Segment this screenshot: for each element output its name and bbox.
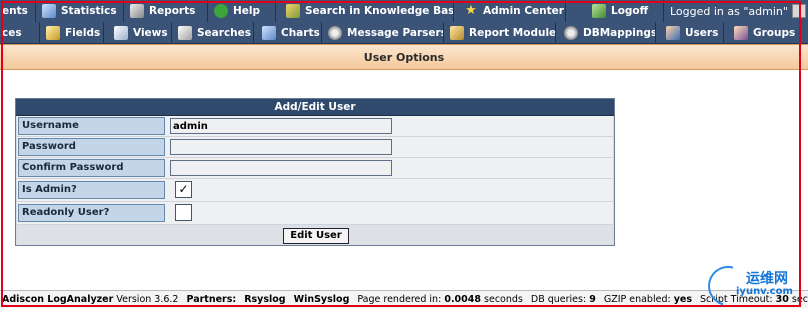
readonly-row: Readonly User?	[17, 202, 613, 225]
db-queries-value: 9	[589, 294, 596, 305]
add-edit-user-panel: Add/Edit User Username Password Confirm …	[15, 98, 615, 246]
product-name: Adiscon LogAnalyzer	[2, 294, 114, 305]
reports-icon	[130, 4, 144, 18]
nav-help-label: Help	[233, 5, 261, 17]
confirm-password-label: Confirm Password	[18, 159, 165, 177]
partner-rsyslog-link[interactable]: Rsyslog	[240, 294, 289, 305]
button-row: Edit User	[17, 225, 613, 245]
nav-events-label: ents	[2, 5, 28, 17]
gear-icon	[328, 25, 342, 40]
subnav-charts-label: Charts	[281, 26, 320, 39]
confirm-password-input[interactable]	[170, 160, 392, 176]
is-admin-checkbox[interactable]: ✓	[175, 181, 192, 198]
is-admin-row: Is Admin? ✓	[17, 179, 613, 202]
username-input[interactable]	[170, 118, 392, 134]
password-row: Password	[17, 137, 613, 158]
users-icon	[666, 25, 680, 40]
username-label: Username	[18, 117, 165, 135]
subnav-searches[interactable]: Searches	[172, 22, 254, 43]
subnav-groups[interactable]: Groups	[724, 22, 808, 43]
subnav-sources-label: ces	[2, 26, 22, 39]
footer-product: Adiscon LogAnalyzer Version 3.6.2	[0, 294, 182, 305]
readonly-checkbox[interactable]	[175, 204, 192, 221]
render-time-unit: seconds	[484, 294, 523, 305]
nav-logoff[interactable]: Logoff	[566, 0, 664, 22]
product-version: Version 3.6.2	[116, 294, 179, 305]
subnav-groups-label: Groups	[753, 26, 796, 39]
nav-help[interactable]: Help	[208, 0, 276, 22]
watermark-text: 运维网	[746, 271, 788, 287]
partners-label: Partners:	[186, 294, 237, 305]
views-icon	[114, 25, 128, 40]
username-row: Username	[17, 116, 613, 137]
subnav-message-parsers[interactable]: Message Parsers	[322, 22, 444, 43]
admin-sub-nav-bar: ces Fields Views Searches Charts Message…	[0, 22, 808, 44]
render-time-value: 0.0048	[444, 294, 481, 305]
panel-heading: Add/Edit User	[16, 99, 614, 116]
password-label: Password	[18, 138, 165, 156]
readonly-label: Readonly User?	[18, 204, 165, 222]
subnav-fields[interactable]: Fields	[40, 22, 104, 43]
nav-statistics-label: Statistics	[61, 5, 117, 17]
nav-logoff-label: Logoff	[611, 5, 649, 17]
subnav-users-label: Users	[685, 26, 719, 39]
gzip-status: GZIP enabled: yes	[600, 294, 696, 305]
knowledge-base-icon	[286, 4, 300, 18]
groups-icon	[734, 25, 748, 40]
watermark-url: iyunv.com	[736, 286, 793, 297]
partner-winsyslog-link[interactable]: WinSyslog	[290, 294, 354, 305]
nav-reports[interactable]: Reports	[124, 0, 208, 22]
subnav-views[interactable]: Views	[104, 22, 172, 43]
page-title: User Options	[363, 50, 445, 64]
logoff-icon	[592, 4, 606, 18]
footer-bar: Adiscon LogAnalyzer Version 3.6.2 Partne…	[0, 290, 808, 308]
nav-admin-center-label: Admin Center	[483, 5, 564, 17]
confirm-password-row: Confirm Password	[17, 158, 613, 179]
nav-events[interactable]: ents	[0, 0, 36, 22]
help-icon	[214, 4, 228, 18]
star-icon: ★	[465, 3, 477, 18]
edit-user-button[interactable]: Edit User	[283, 228, 349, 244]
nav-statistics[interactable]: Statistics	[36, 0, 124, 22]
render-time: Page rendered in: 0.0048 seconds	[353, 294, 527, 305]
subnav-dbmappings-label: DBMappings	[583, 26, 656, 39]
window-icon[interactable]	[791, 4, 806, 18]
subnav-searches-label: Searches	[197, 26, 252, 39]
nav-knowledge-base-label: Search in Knowledge Base	[305, 5, 454, 17]
fields-icon	[46, 25, 60, 40]
top-nav-bar: ents Statistics Reports Help Search in K…	[0, 0, 808, 23]
subnav-views-label: Views	[133, 26, 168, 39]
nav-reports-label: Reports	[149, 5, 196, 17]
searches-icon	[178, 25, 192, 40]
db-queries: DB queries: 9	[527, 294, 600, 305]
subnav-fields-label: Fields	[65, 26, 101, 39]
report-modules-icon	[450, 25, 464, 40]
subnav-charts[interactable]: Charts	[254, 22, 322, 43]
subnav-report-modules-label: Report Modules	[469, 26, 556, 39]
gear-icon	[564, 25, 578, 40]
password-input[interactable]	[170, 139, 392, 155]
render-time-label: Page rendered in:	[357, 294, 442, 305]
subnav-report-modules[interactable]: Report Modules	[444, 22, 556, 43]
gzip-value: yes	[673, 294, 693, 305]
page-title-bar: User Options	[0, 44, 808, 70]
watermark-logo: 运维网 iyunv.com	[700, 258, 802, 313]
subnav-dbmappings[interactable]: DBMappings	[556, 22, 656, 43]
db-queries-label: DB queries:	[530, 294, 587, 305]
statistics-icon	[42, 4, 56, 18]
nav-admin-center[interactable]: ★ Admin Center	[454, 0, 566, 22]
charts-icon	[262, 25, 276, 40]
is-admin-label: Is Admin?	[18, 181, 165, 199]
nav-knowledge-base[interactable]: Search in Knowledge Base	[276, 0, 454, 22]
login-status-text: Logged in as "admin"	[670, 4, 788, 18]
login-status: Logged in as "admin"	[664, 0, 808, 22]
subnav-users[interactable]: Users	[656, 22, 724, 43]
gzip-label: GZIP enabled:	[603, 294, 671, 305]
subnav-sources[interactable]: ces	[0, 22, 40, 43]
subnav-message-parsers-label: Message Parsers	[347, 26, 444, 39]
